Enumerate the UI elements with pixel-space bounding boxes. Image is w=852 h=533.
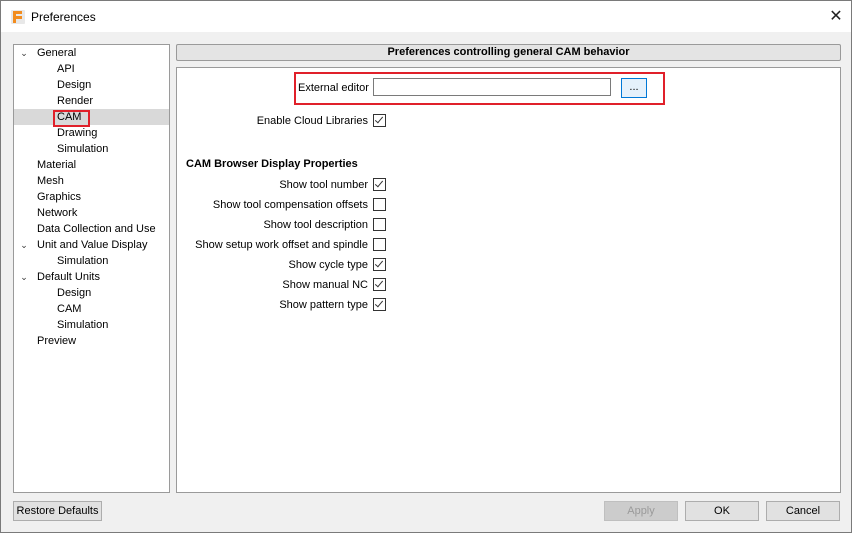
show-tool-compensation-checkbox[interactable] <box>373 198 386 211</box>
tree-item-data-collection[interactable]: Data Collection and Use <box>37 221 156 237</box>
window-title: Preferences <box>31 10 96 24</box>
tree-item-network[interactable]: Network <box>37 205 77 221</box>
tree-item-unit-simulation[interactable]: Simulation <box>57 253 108 269</box>
preferences-tree: ⌄ General API Design Render CAM Drawing … <box>13 44 170 493</box>
title-bar: Preferences ✕ <box>1 1 851 32</box>
show-pattern-type-checkbox[interactable] <box>373 298 386 311</box>
chevron-down-icon[interactable]: ⌄ <box>19 272 29 282</box>
tree-item-render[interactable]: Render <box>57 93 93 109</box>
option-label-tool-description: Show tool description <box>263 219 368 231</box>
tree-item-design[interactable]: Design <box>57 77 91 93</box>
cloud-libraries-label: Enable Cloud Libraries <box>256 115 368 127</box>
tree-item-drawing[interactable]: Drawing <box>57 125 97 141</box>
option-label-tool-number: Show tool number <box>279 179 368 191</box>
tree-item-preview[interactable]: Preview <box>37 333 76 349</box>
tree-item-material[interactable]: Material <box>37 157 76 173</box>
preferences-window: Preferences ✕ ⌄ General API Design Rende… <box>0 0 852 533</box>
ok-button[interactable]: OK <box>685 501 759 521</box>
tree-item-units-cam[interactable]: CAM <box>57 301 81 317</box>
browser-display-section-title: CAM Browser Display Properties <box>186 158 358 170</box>
tree-item-cam-row[interactable] <box>14 109 169 125</box>
option-label-setup-work-offset: Show setup work offset and spindle <box>195 239 368 251</box>
show-tool-description-checkbox[interactable] <box>373 218 386 231</box>
browse-button[interactable]: ... <box>621 78 647 98</box>
fusion-app-icon <box>11 10 25 24</box>
external-editor-input[interactable] <box>373 78 611 96</box>
option-label-cycle-type: Show cycle type <box>288 259 368 271</box>
cam-settings-panel: External editor ... Enable Cloud Librari… <box>176 67 841 493</box>
tree-item-default-units[interactable]: Default Units <box>37 269 100 285</box>
tree-item-mesh[interactable]: Mesh <box>37 173 64 189</box>
tree-item-simulation[interactable]: Simulation <box>57 141 108 157</box>
tree-item-api[interactable]: API <box>57 61 75 77</box>
cloud-libraries-checkbox[interactable] <box>373 114 386 127</box>
show-tool-number-checkbox[interactable] <box>373 178 386 191</box>
external-editor-label: External editor <box>298 82 369 94</box>
option-label-manual-nc: Show manual NC <box>282 279 368 291</box>
apply-button[interactable]: Apply <box>604 501 678 521</box>
restore-defaults-button[interactable]: Restore Defaults <box>13 501 102 521</box>
tree-item-units-design[interactable]: Design <box>57 285 91 301</box>
section-header: Preferences controlling general CAM beha… <box>176 44 841 61</box>
tree-item-unit-value-display[interactable]: Unit and Value Display <box>37 237 147 253</box>
cancel-button[interactable]: Cancel <box>766 501 840 521</box>
tree-item-general[interactable]: General <box>37 45 76 61</box>
option-label-pattern-type: Show pattern type <box>279 299 368 311</box>
chevron-down-icon[interactable]: ⌄ <box>19 48 29 58</box>
tree-item-graphics[interactable]: Graphics <box>37 189 81 205</box>
show-manual-nc-checkbox[interactable] <box>373 278 386 291</box>
option-label-tool-compensation: Show tool compensation offsets <box>212 199 368 211</box>
show-cycle-type-checkbox[interactable] <box>373 258 386 271</box>
tree-item-units-simulation[interactable]: Simulation <box>57 317 108 333</box>
close-icon[interactable]: ✕ <box>821 5 851 29</box>
chevron-down-icon[interactable]: ⌄ <box>19 240 29 250</box>
show-setup-work-offset-checkbox[interactable] <box>373 238 386 251</box>
